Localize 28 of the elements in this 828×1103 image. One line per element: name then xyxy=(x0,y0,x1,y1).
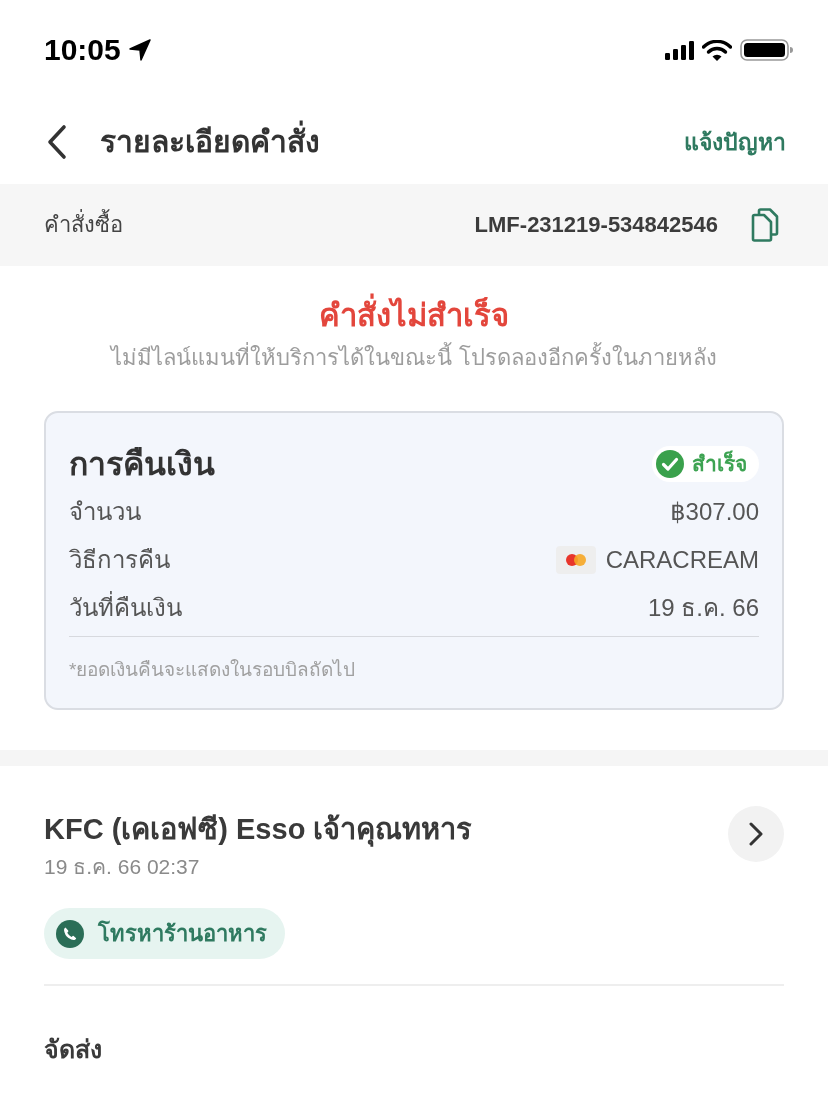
battery-icon xyxy=(740,39,794,61)
refund-row-label: จำนวน xyxy=(69,497,141,527)
order-time: 19 ธ.ค. 66 02:37 xyxy=(44,855,200,878)
location-arrow-icon xyxy=(128,39,151,61)
status-time: 10:05 xyxy=(44,32,121,68)
chevron-right-icon xyxy=(748,822,764,846)
payment-card-icon xyxy=(555,546,596,574)
page-title: รายละเอียดคำสั่ง xyxy=(100,122,320,162)
restaurant-name: KFC (เคเอฟซี) Esso เจ้าคุณทหาร xyxy=(44,813,473,845)
report-problem-link[interactable]: แจ้งปัญหา xyxy=(684,126,786,158)
signal-bars-icon xyxy=(665,40,694,60)
refund-row-label: วันที่คืนเงิน xyxy=(69,592,182,624)
order-label: คำสั่งซื้อ xyxy=(44,210,123,240)
order-failed-title: คำสั่งไม่สำเร็จ xyxy=(315,290,513,342)
refund-note: *ยอดเงินคืนจะแสดงในรอบบิลถัดไป xyxy=(69,658,357,682)
refund-title: การคืนเงิน xyxy=(69,445,215,484)
refund-row-value: 19 ธ.ค. 66 xyxy=(647,593,759,623)
refund-status-text: สำเร็จ xyxy=(692,449,747,477)
copy-icon[interactable] xyxy=(750,208,780,242)
phone-icon xyxy=(56,919,84,948)
check-circle-icon xyxy=(656,450,684,478)
delivery-section-title: จัดส่ง xyxy=(44,1035,102,1063)
refund-method-value: CARACREAM xyxy=(605,545,759,575)
refund-row-label: วิธีการคืน xyxy=(69,545,170,575)
order-number: LMF-231219-534842546 xyxy=(474,211,718,239)
call-restaurant-button[interactable]: โทรหาร้านอาหาร xyxy=(44,908,285,959)
refund-row-value: ฿307.00 xyxy=(670,497,759,527)
wifi-icon xyxy=(702,39,732,61)
